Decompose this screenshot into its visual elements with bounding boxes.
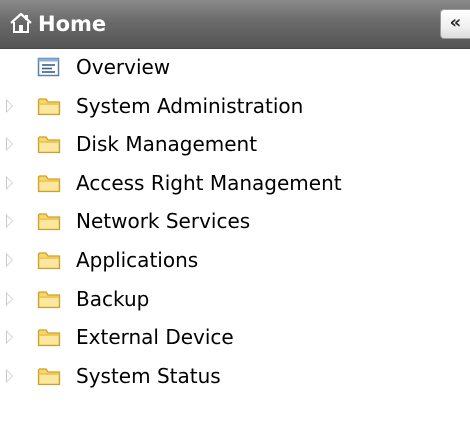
tree-item-disk-management[interactable]: Disk Management bbox=[0, 125, 470, 164]
folder-icon bbox=[37, 326, 61, 348]
tree-item-overview[interactable]: Overview bbox=[0, 48, 470, 87]
expand-arrow-icon[interactable] bbox=[6, 368, 13, 383]
page-title: Home bbox=[38, 12, 107, 36]
tree-item-label: Network Services bbox=[76, 209, 251, 234]
navigation-panel: Home « Overview System Administration Di… bbox=[0, 0, 470, 441]
tree-item-network-services[interactable]: Network Services bbox=[0, 202, 470, 241]
tree-item-label: Disk Management bbox=[76, 132, 258, 157]
navigation-tree: Overview System Administration Disk Mana… bbox=[0, 48, 470, 395]
tree-item-applications[interactable]: Applications bbox=[0, 241, 470, 280]
tree-item-label: External Device bbox=[76, 325, 234, 350]
collapse-panel-button[interactable]: « bbox=[440, 9, 470, 39]
folder-icon bbox=[37, 249, 61, 271]
tree-item-access-right-management[interactable]: Access Right Management bbox=[0, 164, 470, 203]
folder-icon bbox=[37, 95, 61, 117]
expand-arrow-icon[interactable] bbox=[6, 137, 13, 152]
folder-icon bbox=[37, 365, 61, 387]
expand-arrow-icon[interactable] bbox=[6, 214, 13, 229]
expand-arrow-icon[interactable] bbox=[6, 252, 13, 267]
folder-icon bbox=[37, 288, 61, 310]
tree-item-system-administration[interactable]: System Administration bbox=[0, 87, 470, 126]
expand-arrow-icon[interactable] bbox=[6, 330, 13, 345]
tree-item-system-status[interactable]: System Status bbox=[0, 357, 470, 396]
expand-arrow-icon[interactable] bbox=[6, 175, 13, 190]
tree-item-backup[interactable]: Backup bbox=[0, 280, 470, 319]
double-chevron-left-icon: « bbox=[449, 12, 462, 33]
folder-icon bbox=[37, 133, 61, 155]
home-icon bbox=[9, 12, 33, 34]
tree-item-label: System Administration bbox=[76, 93, 304, 118]
tree-item-label: Overview bbox=[76, 55, 171, 79]
expand-arrow-icon[interactable] bbox=[6, 291, 13, 306]
folder-icon bbox=[37, 210, 61, 232]
folder-icon bbox=[37, 172, 61, 194]
overview-list-icon bbox=[37, 56, 61, 78]
tree-item-label: System Status bbox=[76, 363, 221, 388]
tree-item-label: Access Right Management bbox=[76, 170, 342, 195]
tree-item-external-device[interactable]: External Device bbox=[0, 318, 470, 357]
expand-arrow-icon[interactable] bbox=[6, 98, 13, 113]
tree-item-label: Backup bbox=[76, 286, 150, 311]
panel-header: Home « bbox=[0, 0, 470, 49]
tree-item-label: Applications bbox=[76, 247, 199, 272]
